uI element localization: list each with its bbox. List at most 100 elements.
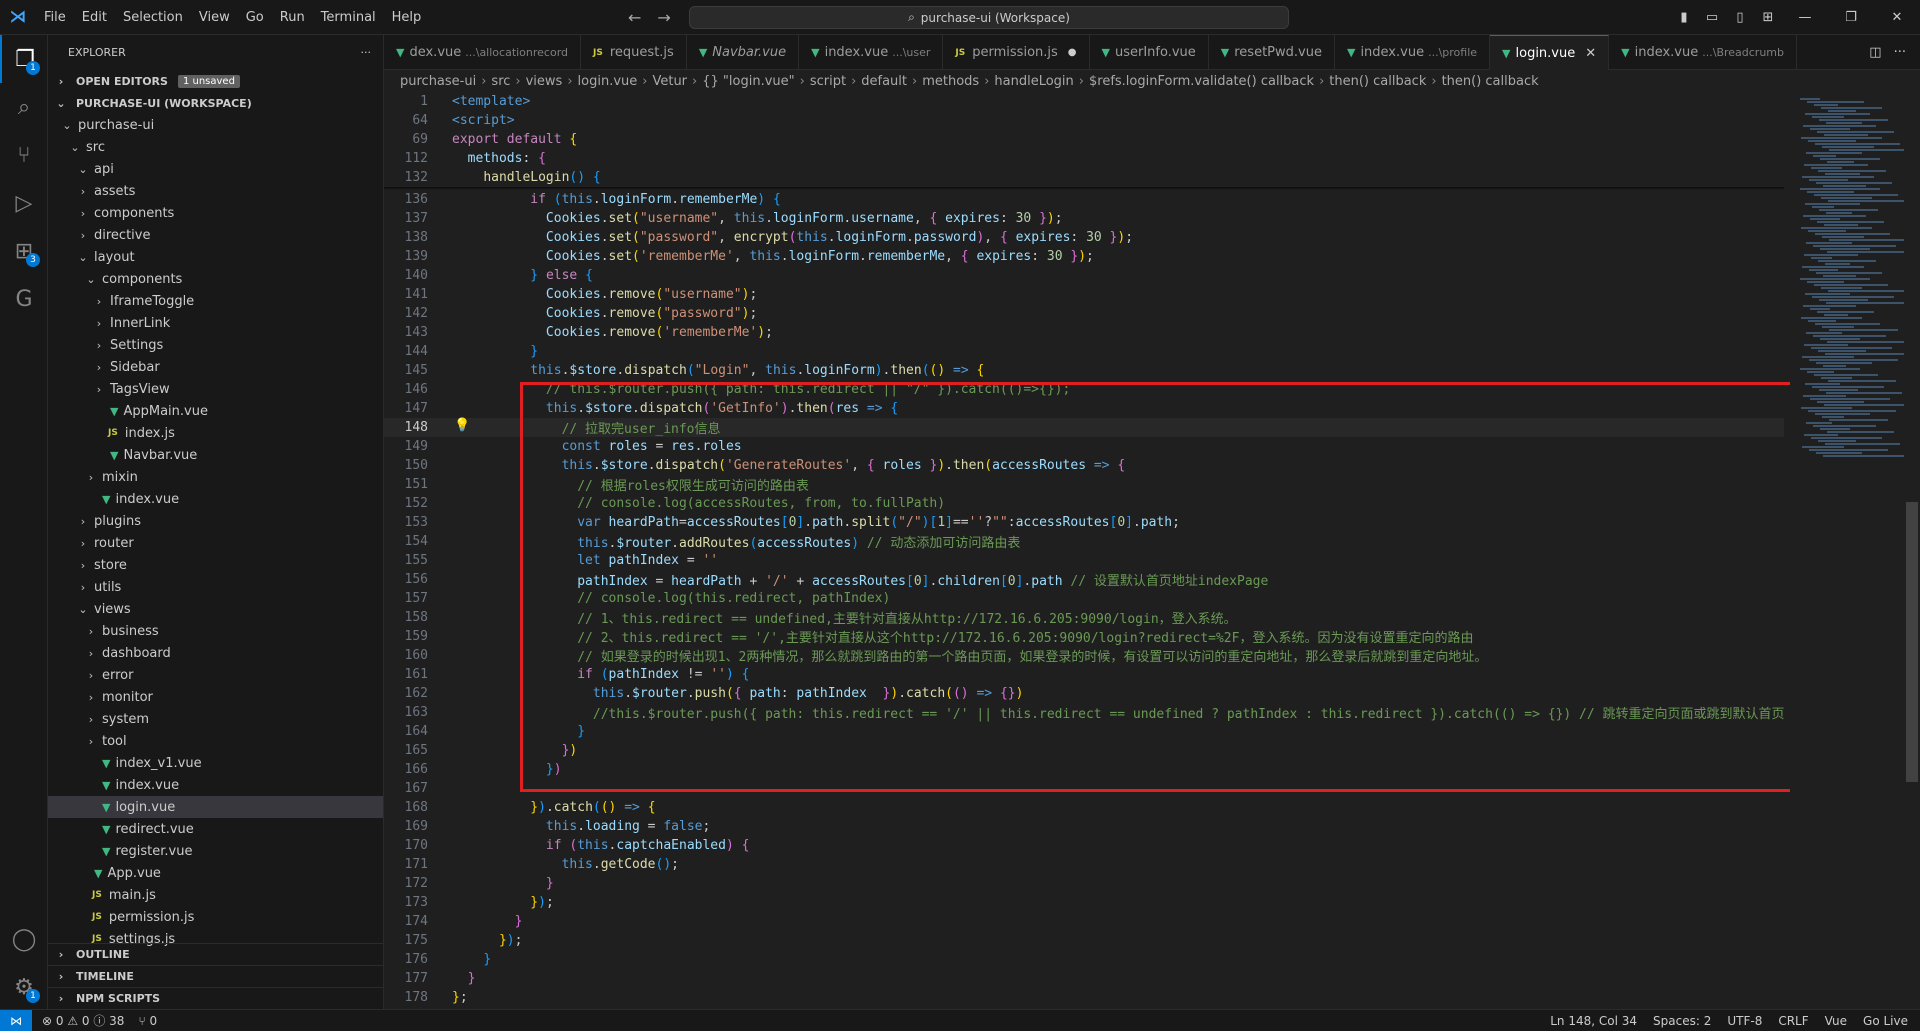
back-arrow-icon[interactable]: ← — [628, 8, 641, 27]
search-icon[interactable]: ⌕ — [0, 83, 48, 131]
file-item[interactable]: ▼ redirect.vue — [48, 818, 383, 840]
code-line[interactable]: 154 this.$router.addRoutes(accessRoutes)… — [384, 532, 1784, 551]
code-line[interactable]: 155 let pathIndex = '' — [384, 551, 1784, 570]
code-line[interactable]: 132 handleLogin() { — [384, 168, 1784, 187]
npm-scripts-section[interactable]: › NPM SCRIPTS — [48, 987, 383, 1009]
code-line[interactable]: 166 }) — [384, 760, 1784, 779]
folder-item[interactable]: › utils — [48, 576, 383, 598]
folder-item[interactable]: › system — [48, 708, 383, 730]
code-line[interactable]: 167 — [384, 779, 1784, 798]
file-item[interactable]: JS main.js — [48, 884, 383, 906]
folder-item[interactable]: ⌄ components — [48, 268, 383, 290]
editor-tab[interactable]: ▼ resetPwd.vue — [1209, 35, 1335, 70]
toggle-panel-icon[interactable]: ▭ — [1698, 10, 1726, 25]
code-line[interactable]: 139 Cookies.set('rememberMe', this.login… — [384, 247, 1784, 266]
editor-tab[interactable]: ▼ Navbar.vue — [687, 35, 800, 70]
code-line[interactable]: 136 if (this.loginForm.rememberMe) { — [384, 190, 1784, 209]
menu-go[interactable]: Go — [238, 0, 272, 35]
more-actions-icon[interactable]: ··· — [361, 46, 372, 59]
menu-file[interactable]: File — [36, 0, 74, 35]
folder-item[interactable]: ⌄ layout — [48, 246, 383, 268]
code-line[interactable]: 158 // 1、this.redirect == undefined,主要针对… — [384, 608, 1784, 627]
folder-item[interactable]: ⌄ views — [48, 598, 383, 620]
account-icon[interactable]: ◯ — [0, 915, 48, 963]
folder-item[interactable]: › assets — [48, 180, 383, 202]
code-line[interactable]: 150 this.$store.dispatch('GenerateRoutes… — [384, 456, 1784, 475]
close-tab-icon[interactable]: ✕ — [1585, 46, 1596, 61]
folder-item[interactable]: › plugins — [48, 510, 383, 532]
outline-section[interactable]: › OUTLINE — [48, 943, 383, 965]
code-line[interactable]: 168 }).catch(() => { — [384, 798, 1784, 817]
settings-gear-icon[interactable]: ⚙ 1 — [0, 963, 48, 1011]
vertical-scrollbar[interactable] — [1904, 92, 1920, 1009]
file-item[interactable]: ▼ register.vue — [48, 840, 383, 862]
breadcrumb-item[interactable]: then() callback — [1442, 74, 1539, 89]
code-editor[interactable]: 1 <template> 64 <script> 69 export default {1… — [384, 92, 1904, 1009]
menu-view[interactable]: View — [191, 0, 238, 35]
customize-layout-icon[interactable]: ⊞ — [1754, 10, 1782, 25]
folder-item[interactable]: › error — [48, 664, 383, 686]
code-line[interactable]: 141 Cookies.remove("username"); — [384, 285, 1784, 304]
code-line[interactable]: 151 // 根据roles权限生成可访问的路由表 — [384, 475, 1784, 494]
code-line[interactable]: 64 <script> — [384, 111, 1784, 130]
breadcrumb-item[interactable]: script — [810, 74, 846, 89]
source-control-icon[interactable]: ⑂ — [0, 131, 48, 179]
toggle-secondary-sidebar-icon[interactable]: ▯ — [1726, 10, 1754, 25]
close-window-icon[interactable]: ✕ — [1874, 10, 1920, 25]
file-item[interactable]: ▼ index.vue — [48, 488, 383, 510]
folder-item[interactable]: ⌄ api — [48, 158, 383, 180]
code-line[interactable]: 177 } — [384, 969, 1784, 988]
breadcrumb-item[interactable]: default — [861, 74, 907, 89]
unsaved-dot-icon[interactable]: ● — [1068, 47, 1077, 58]
file-item[interactable]: JS index.js — [48, 422, 383, 444]
editor-tab[interactable]: ▼ dex.vue ...\allocationrecord — [384, 35, 582, 70]
code-line[interactable]: 112 methods: { — [384, 149, 1784, 168]
menu-help[interactable]: Help — [384, 0, 430, 35]
extensions-icon[interactable]: ⊞ 3 — [0, 227, 48, 275]
toggle-sidebar-icon[interactable]: ▮ — [1670, 10, 1698, 25]
scrollbar-thumb[interactable] — [1906, 502, 1918, 782]
folder-item[interactable]: › components — [48, 202, 383, 224]
code-line[interactable]: 174 } — [384, 912, 1784, 931]
folder-item[interactable]: › tool — [48, 730, 383, 752]
menu-run[interactable]: Run — [272, 0, 313, 35]
menu-edit[interactable]: Edit — [74, 0, 115, 35]
code-line[interactable]: 148 // 拉取完user_info信息 — [384, 418, 1784, 437]
folder-item[interactable]: ⌄ purchase-ui — [48, 114, 383, 136]
breadcrumb-item[interactable]: $refs.loginForm.validate() callback — [1089, 74, 1314, 89]
file-item[interactable]: ▼ App.vue — [48, 862, 383, 884]
folder-item[interactable]: › IframeToggle — [48, 290, 383, 312]
code-line[interactable]: 153 var heardPath=accessRoutes[0].path.s… — [384, 513, 1784, 532]
breadcrumb-item[interactable]: login.vue — [578, 74, 638, 89]
code-line[interactable]: 140 } else { — [384, 266, 1784, 285]
folder-item[interactable]: › directive — [48, 224, 383, 246]
minimize-icon[interactable]: — — [1782, 10, 1828, 25]
breadcrumb-item[interactable]: purchase-ui — [400, 74, 476, 89]
gitlens-icon[interactable]: G — [0, 275, 48, 323]
editor-tab[interactable]: ▼ login.vue ✕ — [1490, 35, 1610, 70]
code-line[interactable]: 157 // console.log(this.redirect, pathIn… — [384, 589, 1784, 608]
breadcrumb-item[interactable]: Vetur — [652, 74, 687, 89]
code-line[interactable]: 138 Cookies.set("password", encrypt(this… — [384, 228, 1784, 247]
go-live-button[interactable]: Go Live — [1863, 1014, 1908, 1028]
eol-status[interactable]: CRLF — [1778, 1014, 1808, 1028]
language-mode[interactable]: Vue — [1825, 1014, 1847, 1028]
code-line[interactable]: 178}; — [384, 988, 1784, 1007]
minimap[interactable] — [1790, 92, 1918, 1009]
code-line[interactable]: 143 Cookies.remove('rememberMe'); — [384, 323, 1784, 342]
editor-tab[interactable]: JS request.js — [581, 35, 687, 70]
code-line[interactable]: 144 } — [384, 342, 1784, 361]
indentation-status[interactable]: Spaces: 2 — [1653, 1014, 1711, 1028]
folder-item[interactable]: › Sidebar — [48, 356, 383, 378]
file-item[interactable]: ▼ index_v1.vue — [48, 752, 383, 774]
breadcrumb-item[interactable]: methods — [922, 74, 979, 89]
ports-status[interactable]: ⑂ 0 — [138, 1014, 157, 1028]
folder-item[interactable]: › InnerLink — [48, 312, 383, 334]
folder-item[interactable]: › TagsView — [48, 378, 383, 400]
folder-item[interactable]: › router — [48, 532, 383, 554]
breadcrumb-item[interactable]: src — [491, 74, 510, 89]
menu-terminal[interactable]: Terminal — [313, 0, 384, 35]
code-line[interactable]: 1 <template> — [384, 92, 1784, 111]
code-line[interactable]: 161 if (pathIndex != '') { — [384, 665, 1784, 684]
explorer-icon[interactable]: ❐ 1 — [0, 35, 48, 83]
